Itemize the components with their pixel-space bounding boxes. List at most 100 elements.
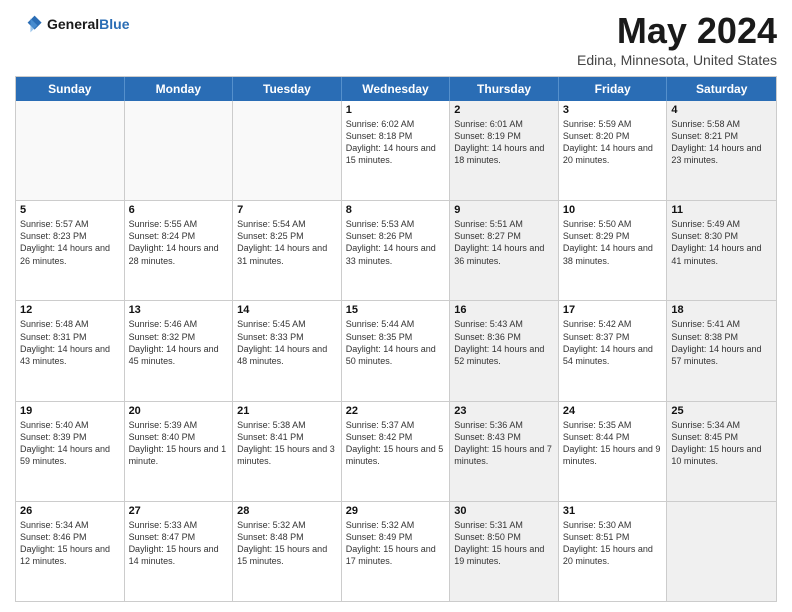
sunset-text: Sunset: 8:35 PM <box>346 331 446 343</box>
day-number: 10 <box>563 204 663 216</box>
daylight-text: Daylight: 15 hours and 9 minutes. <box>563 443 663 467</box>
sunrise-text: Sunrise: 5:42 AM <box>563 318 663 330</box>
cal-day-29: 29Sunrise: 5:32 AMSunset: 8:49 PMDayligh… <box>342 502 451 601</box>
logo-general: General <box>47 16 99 32</box>
sunrise-text: Sunrise: 5:34 AM <box>671 419 772 431</box>
cal-day-24: 24Sunrise: 5:35 AMSunset: 8:44 PMDayligh… <box>559 402 668 501</box>
daylight-text: Daylight: 15 hours and 7 minutes. <box>454 443 554 467</box>
daylight-text: Daylight: 14 hours and 36 minutes. <box>454 242 554 266</box>
day-number: 6 <box>129 204 229 216</box>
sunset-text: Sunset: 8:19 PM <box>454 130 554 142</box>
sunset-text: Sunset: 8:29 PM <box>563 230 663 242</box>
sunrise-text: Sunrise: 5:46 AM <box>129 318 229 330</box>
cal-day-16: 16Sunrise: 5:43 AMSunset: 8:36 PMDayligh… <box>450 301 559 400</box>
cal-day-21: 21Sunrise: 5:38 AMSunset: 8:41 PMDayligh… <box>233 402 342 501</box>
day-number: 2 <box>454 104 554 116</box>
daylight-text: Daylight: 15 hours and 1 minute. <box>129 443 229 467</box>
day-number: 5 <box>20 204 120 216</box>
daylight-text: Daylight: 14 hours and 41 minutes. <box>671 242 772 266</box>
day-number: 11 <box>671 204 772 216</box>
calendar: SundayMondayTuesdayWednesdayThursdayFrid… <box>15 76 777 602</box>
cal-day-30: 30Sunrise: 5:31 AMSunset: 8:50 PMDayligh… <box>450 502 559 601</box>
sunrise-text: Sunrise: 6:01 AM <box>454 118 554 130</box>
logo-blue: Blue <box>99 16 129 32</box>
sunset-text: Sunset: 8:49 PM <box>346 531 446 543</box>
cal-day-1: 1Sunrise: 6:02 AMSunset: 8:18 PMDaylight… <box>342 101 451 200</box>
day-number: 16 <box>454 304 554 316</box>
cal-day-12: 12Sunrise: 5:48 AMSunset: 8:31 PMDayligh… <box>16 301 125 400</box>
sunrise-text: Sunrise: 5:50 AM <box>563 218 663 230</box>
day-number: 8 <box>346 204 446 216</box>
sunset-text: Sunset: 8:21 PM <box>671 130 772 142</box>
sunset-text: Sunset: 8:32 PM <box>129 331 229 343</box>
sunrise-text: Sunrise: 5:32 AM <box>237 519 337 531</box>
header-day-monday: Monday <box>125 77 234 101</box>
day-number: 24 <box>563 405 663 417</box>
page: GeneralBlue May 2024 Edina, Minnesota, U… <box>0 0 792 612</box>
cal-day-18: 18Sunrise: 5:41 AMSunset: 8:38 PMDayligh… <box>667 301 776 400</box>
sunset-text: Sunset: 8:43 PM <box>454 431 554 443</box>
sunrise-text: Sunrise: 5:48 AM <box>20 318 120 330</box>
daylight-text: Daylight: 15 hours and 15 minutes. <box>237 543 337 567</box>
cal-day-19: 19Sunrise: 5:40 AMSunset: 8:39 PMDayligh… <box>16 402 125 501</box>
sunrise-text: Sunrise: 5:37 AM <box>346 419 446 431</box>
cal-day-3: 3Sunrise: 5:59 AMSunset: 8:20 PMDaylight… <box>559 101 668 200</box>
sunrise-text: Sunrise: 5:58 AM <box>671 118 772 130</box>
day-number: 15 <box>346 304 446 316</box>
day-number: 28 <box>237 505 337 517</box>
sunrise-text: Sunrise: 5:53 AM <box>346 218 446 230</box>
sunrise-text: Sunrise: 5:34 AM <box>20 519 120 531</box>
day-number: 23 <box>454 405 554 417</box>
day-number: 12 <box>20 304 120 316</box>
cal-day-4: 4Sunrise: 5:58 AMSunset: 8:21 PMDaylight… <box>667 101 776 200</box>
day-number: 25 <box>671 405 772 417</box>
header-day-tuesday: Tuesday <box>233 77 342 101</box>
sunrise-text: Sunrise: 5:49 AM <box>671 218 772 230</box>
sunset-text: Sunset: 8:38 PM <box>671 331 772 343</box>
cal-day-11: 11 Sunrise: 5:49 AMSunset: 8:30 PMDayligh… <box>667 201 776 300</box>
day-number: 30 <box>454 505 554 517</box>
sunrise-text: Sunrise: 5:36 AM <box>454 419 554 431</box>
daylight-text: Daylight: 14 hours and 50 minutes. <box>346 343 446 367</box>
cal-empty <box>233 101 342 200</box>
week-row-5: 26Sunrise: 5:34 AMSunset: 8:46 PMDayligh… <box>16 502 776 601</box>
daylight-text: Daylight: 15 hours and 19 minutes. <box>454 543 554 567</box>
sunset-text: Sunset: 8:40 PM <box>129 431 229 443</box>
sunset-text: Sunset: 8:18 PM <box>346 130 446 142</box>
daylight-text: Daylight: 15 hours and 10 minutes. <box>671 443 772 467</box>
week-row-1: 1Sunrise: 6:02 AMSunset: 8:18 PMDaylight… <box>16 101 776 201</box>
daylight-text: Daylight: 14 hours and 52 minutes. <box>454 343 554 367</box>
sunrise-text: Sunrise: 5:40 AM <box>20 419 120 431</box>
week-row-3: 12 Sunrise: 5:48 AMSunset: 8:31 PM Dayligh… <box>16 301 776 401</box>
header: GeneralBlue May 2024 Edina, Minnesota, U… <box>15 10 777 68</box>
cal-day-6: 6Sunrise: 5:55 AMSunset: 8:24 PMDaylight… <box>125 201 234 300</box>
daylight-text: Daylight: 14 hours and 33 minutes. <box>346 242 446 266</box>
sunset-text: Sunset: 8:41 PM <box>237 431 337 443</box>
sunset-text: Sunset: 8:33 PM <box>237 331 337 343</box>
sunset-text: Sunset: 8:27 PM <box>454 230 554 242</box>
sunrise-text: Sunrise: 5:44 AM <box>346 318 446 330</box>
day-number: 21 <box>237 405 337 417</box>
calendar-header: SundayMondayTuesdayWednesdayThursdayFrid… <box>16 77 776 101</box>
cal-day-9: 9Sunrise: 5:51 AMSunset: 8:27 PMDaylight… <box>450 201 559 300</box>
sunrise-text: Sunrise: 5:32 AM <box>346 519 446 531</box>
header-day-wednesday: Wednesday <box>342 77 451 101</box>
sunrise-text: Sunrise: 5:31 AM <box>454 519 554 531</box>
cal-day-27: 27Sunrise: 5:33 AMSunset: 8:47 PMDayligh… <box>125 502 234 601</box>
sunrise-text: Sunrise: 5:57 AM <box>20 218 120 230</box>
cal-day-14: 14Sunrise: 5:45 AMSunset: 8:33 PMDayligh… <box>233 301 342 400</box>
sunset-text: Sunset: 8:47 PM <box>129 531 229 543</box>
cal-day-20: 20Sunrise: 5:39 AMSunset: 8:40 PMDayligh… <box>125 402 234 501</box>
logo: GeneralBlue <box>15 10 129 38</box>
cal-day-5: 5Sunrise: 5:57 AMSunset: 8:23 PMDaylight… <box>16 201 125 300</box>
day-number: 1 <box>346 104 446 116</box>
sunset-text: Sunset: 8:20 PM <box>563 130 663 142</box>
sunset-text: Sunset: 8:31 PM <box>20 331 120 343</box>
cal-day-13: 13Sunrise: 5:46 AMSunset: 8:32 PMDayligh… <box>125 301 234 400</box>
sunset-text: Sunset: 8:30 PM <box>671 230 772 242</box>
cal-empty <box>125 101 234 200</box>
day-number: 22 <box>346 405 446 417</box>
sunset-text: Sunset: 8:36 PM <box>454 331 554 343</box>
location: Edina, Minnesota, United States <box>577 52 777 68</box>
calendar-body: 1Sunrise: 6:02 AMSunset: 8:18 PMDaylight… <box>16 101 776 601</box>
